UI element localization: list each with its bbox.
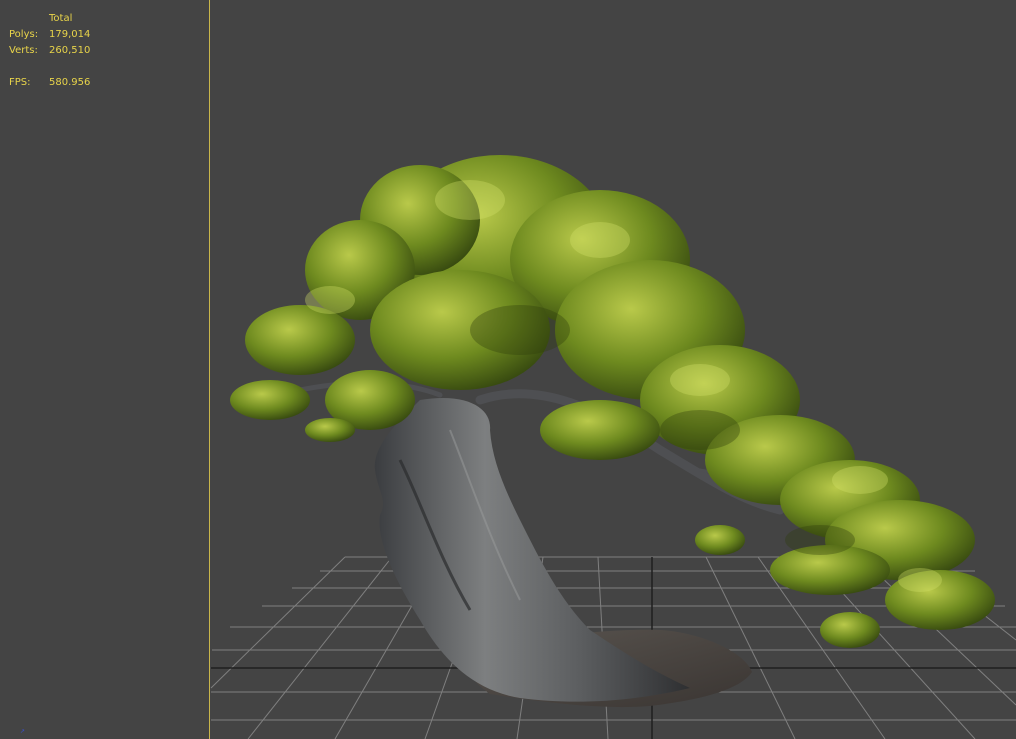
axis-tripod-icon: ↗	[20, 728, 26, 735]
viewport[interactable]: Total Polys: 179,014 Verts: 260,510 FPS:…	[0, 0, 1016, 739]
bonsai-tree-model[interactable]	[230, 155, 995, 708]
scene-canvas[interactable]	[0, 0, 1016, 739]
